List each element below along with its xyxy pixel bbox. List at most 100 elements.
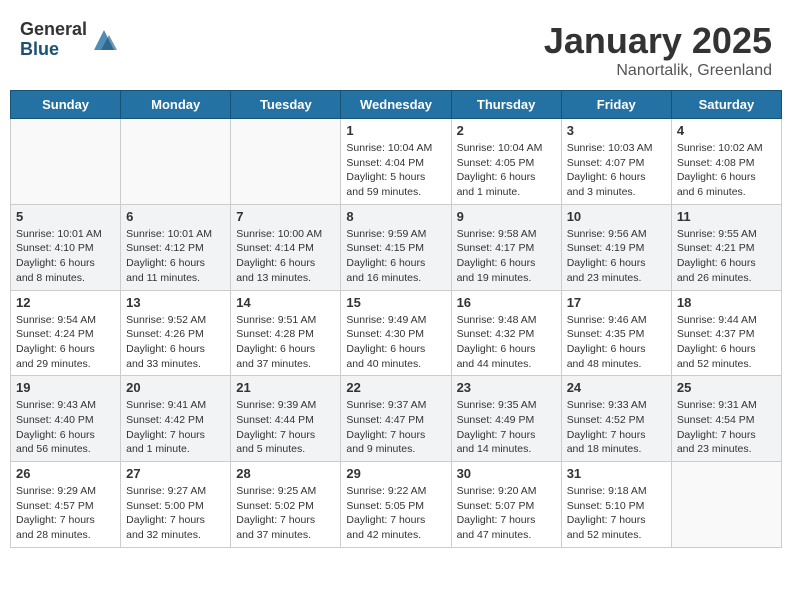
day-number: 12	[16, 295, 115, 310]
day-number: 28	[236, 466, 335, 481]
day-info: Sunrise: 9:18 AM Sunset: 5:10 PM Dayligh…	[567, 484, 666, 543]
calendar-day-cell: 30Sunrise: 9:20 AM Sunset: 5:07 PM Dayli…	[451, 462, 561, 548]
day-info: Sunrise: 10:04 AM Sunset: 4:05 PM Daylig…	[457, 141, 556, 200]
calendar-day-cell: 12 Sunrise: 9:54 AM Sunset: 4:24 PM Dayli…	[11, 290, 121, 376]
calendar-week-row: 12 Sunrise: 9:54 AM Sunset: 4:24 PM Dayli…	[11, 290, 782, 376]
calendar-day-cell: 2 Sunrise: 10:04 AM Sunset: 4:05 PM Dayli…	[451, 119, 561, 205]
day-number: 5	[16, 209, 115, 224]
calendar-day-cell: 14Sunrise: 9:51 AM Sunset: 4:28 PM Dayli…	[231, 290, 341, 376]
calendar-day-cell: 28 Sunrise: 9:25 AM Sunset: 5:02 PM Dayli…	[231, 462, 341, 548]
day-info: Sunrise: 9:56 AM Sunset: 4:19 PM Dayligh…	[567, 227, 666, 286]
day-info: Sunrise: 9:59 AM Sunset: 4:15 PM Dayligh…	[346, 227, 445, 286]
day-info: Sunrise: 9:27 AM Sunset: 5:00 PM Dayligh…	[126, 484, 225, 543]
day-info: Sunrise: 9:20 AM Sunset: 5:07 PM Dayligh…	[457, 484, 556, 543]
day-info: Sunrise: 9:39 AM Sunset: 4:44 PM Dayligh…	[236, 398, 335, 457]
day-number: 18	[677, 295, 776, 310]
logo-general: General	[20, 20, 87, 40]
calendar-day-cell: 4Sunrise: 10:02 AM Sunset: 4:08 PM Dayli…	[671, 119, 781, 205]
logo: General Blue	[20, 20, 119, 60]
calendar-day-cell: 25Sunrise: 9:31 AM Sunset: 4:54 PM Dayli…	[671, 376, 781, 462]
weekday-header: Sunday	[11, 91, 121, 119]
day-info: Sunrise: 9:52 AM Sunset: 4:26 PM Dayligh…	[126, 313, 225, 372]
day-number: 1	[346, 123, 445, 138]
day-number: 22	[346, 380, 445, 395]
day-number: 27	[126, 466, 225, 481]
weekday-header: Tuesday	[231, 91, 341, 119]
day-info: Sunrise: 9:22 AM Sunset: 5:05 PM Dayligh…	[346, 484, 445, 543]
calendar-day-cell: 31 Sunrise: 9:18 AM Sunset: 5:10 PM Dayli…	[561, 462, 671, 548]
calendar-day-cell: 20 Sunrise: 9:41 AM Sunset: 4:42 PM Dayli…	[121, 376, 231, 462]
day-number: 31	[567, 466, 666, 481]
logo-blue: Blue	[20, 40, 87, 60]
calendar-table: SundayMondayTuesdayWednesdayThursdayFrid…	[10, 90, 782, 548]
calendar-day-cell: 7 Sunrise: 10:00 AM Sunset: 4:14 PM Dayli…	[231, 204, 341, 290]
day-info: Sunrise: 9:46 AM Sunset: 4:35 PM Dayligh…	[567, 313, 666, 372]
day-number: 2	[457, 123, 556, 138]
day-number: 8	[346, 209, 445, 224]
day-info: Sunrise: 9:48 AM Sunset: 4:32 PM Dayligh…	[457, 313, 556, 372]
day-info: Sunrise: 9:51 AM Sunset: 4:28 PM Dayligh…	[236, 313, 335, 372]
weekday-header: Monday	[121, 91, 231, 119]
weekday-header: Saturday	[671, 91, 781, 119]
day-info: Sunrise: 10:04 AM Sunset: 4:04 PM Daylig…	[346, 141, 445, 200]
day-info: Sunrise: 10:03 AM Sunset: 4:07 PM Daylig…	[567, 141, 666, 200]
calendar-day-cell: 9 Sunrise: 9:58 AM Sunset: 4:17 PM Daylig…	[451, 204, 561, 290]
calendar-day-cell	[121, 119, 231, 205]
day-info: Sunrise: 9:43 AM Sunset: 4:40 PM Dayligh…	[16, 398, 115, 457]
calendar-day-cell: 26Sunrise: 9:29 AM Sunset: 4:57 PM Dayli…	[11, 462, 121, 548]
day-info: Sunrise: 9:41 AM Sunset: 4:42 PM Dayligh…	[126, 398, 225, 457]
calendar-day-cell: 8 Sunrise: 9:59 AM Sunset: 4:15 PM Daylig…	[341, 204, 451, 290]
day-number: 6	[126, 209, 225, 224]
day-info: Sunrise: 9:33 AM Sunset: 4:52 PM Dayligh…	[567, 398, 666, 457]
calendar-day-cell: 23Sunrise: 9:35 AM Sunset: 4:49 PM Dayli…	[451, 376, 561, 462]
day-number: 16	[457, 295, 556, 310]
calendar-day-cell: 18 Sunrise: 9:44 AM Sunset: 4:37 PM Dayli…	[671, 290, 781, 376]
day-number: 7	[236, 209, 335, 224]
calendar-day-cell: 1 Sunrise: 10:04 AM Sunset: 4:04 PM Dayli…	[341, 119, 451, 205]
day-number: 23	[457, 380, 556, 395]
day-number: 10	[567, 209, 666, 224]
calendar-day-cell	[671, 462, 781, 548]
day-info: Sunrise: 9:25 AM Sunset: 5:02 PM Dayligh…	[236, 484, 335, 543]
day-number: 26	[16, 466, 115, 481]
calendar-week-row: 5Sunrise: 10:01 AM Sunset: 4:10 PM Dayli…	[11, 204, 782, 290]
calendar-day-cell: 10 Sunrise: 9:56 AM Sunset: 4:19 PM Dayli…	[561, 204, 671, 290]
day-number: 19	[16, 380, 115, 395]
day-info: Sunrise: 10:00 AM Sunset: 4:14 PM Daylig…	[236, 227, 335, 286]
day-number: 9	[457, 209, 556, 224]
page-header: General Blue January 2025 Nanortalik, Gr…	[10, 10, 782, 85]
calendar-day-cell: 21Sunrise: 9:39 AM Sunset: 4:44 PM Dayli…	[231, 376, 341, 462]
calendar-day-cell: 27 Sunrise: 9:27 AM Sunset: 5:00 PM Dayli…	[121, 462, 231, 548]
calendar-day-cell: 15Sunrise: 9:49 AM Sunset: 4:30 PM Dayli…	[341, 290, 451, 376]
calendar-week-row: 19 Sunrise: 9:43 AM Sunset: 4:40 PM Dayli…	[11, 376, 782, 462]
weekday-header: Thursday	[451, 91, 561, 119]
day-number: 11	[677, 209, 776, 224]
day-info: Sunrise: 9:49 AM Sunset: 4:30 PM Dayligh…	[346, 313, 445, 372]
calendar-day-cell	[11, 119, 121, 205]
day-info: Sunrise: 9:54 AM Sunset: 4:24 PM Dayligh…	[16, 313, 115, 372]
day-number: 25	[677, 380, 776, 395]
calendar-week-row: 1 Sunrise: 10:04 AM Sunset: 4:04 PM Dayli…	[11, 119, 782, 205]
calendar-day-cell: 17 Sunrise: 9:46 AM Sunset: 4:35 PM Dayli…	[561, 290, 671, 376]
day-info: Sunrise: 9:55 AM Sunset: 4:21 PM Dayligh…	[677, 227, 776, 286]
day-info: Sunrise: 9:44 AM Sunset: 4:37 PM Dayligh…	[677, 313, 776, 372]
calendar-day-cell: 29 Sunrise: 9:22 AM Sunset: 5:05 PM Dayli…	[341, 462, 451, 548]
day-number: 24	[567, 380, 666, 395]
day-number: 17	[567, 295, 666, 310]
calendar-week-row: 26Sunrise: 9:29 AM Sunset: 4:57 PM Dayli…	[11, 462, 782, 548]
title-block: January 2025 Nanortalik, Greenland	[544, 20, 772, 80]
day-number: 13	[126, 295, 225, 310]
day-info: Sunrise: 9:58 AM Sunset: 4:17 PM Dayligh…	[457, 227, 556, 286]
calendar-day-cell: 24 Sunrise: 9:33 AM Sunset: 4:52 PM Dayli…	[561, 376, 671, 462]
calendar-day-cell: 6Sunrise: 10:01 AM Sunset: 4:12 PM Dayli…	[121, 204, 231, 290]
day-number: 20	[126, 380, 225, 395]
weekday-header: Friday	[561, 91, 671, 119]
location: Nanortalik, Greenland	[544, 62, 772, 80]
calendar-day-cell: 13 Sunrise: 9:52 AM Sunset: 4:26 PM Dayli…	[121, 290, 231, 376]
day-number: 29	[346, 466, 445, 481]
day-info: Sunrise: 9:37 AM Sunset: 4:47 PM Dayligh…	[346, 398, 445, 457]
calendar-day-cell: 22 Sunrise: 9:37 AM Sunset: 4:47 PM Dayli…	[341, 376, 451, 462]
day-number: 3	[567, 123, 666, 138]
calendar-day-cell: 16 Sunrise: 9:48 AM Sunset: 4:32 PM Dayli…	[451, 290, 561, 376]
calendar-day-cell: 11 Sunrise: 9:55 AM Sunset: 4:21 PM Dayli…	[671, 204, 781, 290]
